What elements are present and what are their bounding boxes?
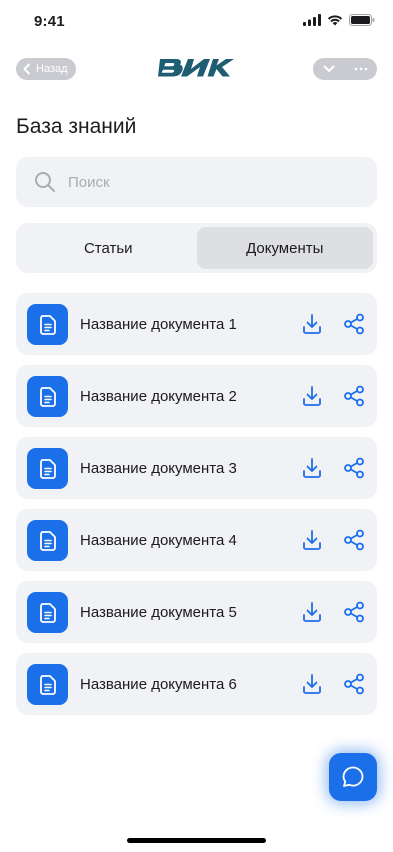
page-title: База знаний <box>16 115 137 138</box>
download-icon[interactable] <box>301 673 323 695</box>
document-item[interactable]: Название документа 5 <box>16 581 377 643</box>
document-item[interactable]: Название документа 3 <box>16 437 377 499</box>
cellular-signal-icon <box>303 14 321 26</box>
share-icon[interactable] <box>343 529 365 551</box>
download-icon[interactable] <box>301 529 323 551</box>
status-bar: 9:41 <box>0 0 393 46</box>
collapse-button[interactable] <box>313 65 345 73</box>
brand-logo <box>158 59 234 77</box>
download-icon[interactable] <box>301 385 323 407</box>
document-name: Название документа 3 <box>80 460 237 477</box>
document-icon <box>27 376 68 417</box>
chat-bubble-icon <box>342 766 364 787</box>
search-bar[interactable] <box>16 157 377 207</box>
status-time: 9:41 <box>34 13 65 30</box>
top-navigation: Назад <box>0 56 393 82</box>
tab-documents[interactable]: Документы <box>196 227 373 269</box>
chevron-left-icon <box>23 63 30 75</box>
wifi-icon <box>327 15 343 26</box>
document-icon <box>27 664 68 705</box>
home-indicator <box>127 838 266 843</box>
download-icon[interactable] <box>301 457 323 479</box>
chat-button[interactable] <box>329 753 377 801</box>
document-item[interactable]: Название документа 1 <box>16 293 377 355</box>
chevron-down-icon <box>323 65 335 72</box>
back-button-label: Назад <box>36 63 68 75</box>
share-icon[interactable] <box>343 601 365 623</box>
share-icon[interactable] <box>343 313 365 335</box>
mini-app-controls <box>313 58 377 80</box>
status-icons <box>303 14 375 26</box>
download-icon[interactable] <box>301 313 323 335</box>
search-icon <box>35 172 55 192</box>
back-button[interactable]: Назад <box>16 58 76 80</box>
document-icon <box>27 448 68 489</box>
document-item[interactable]: Название документа 4 <box>16 509 377 571</box>
battery-icon <box>349 14 375 26</box>
document-item[interactable]: Название документа 6 <box>16 653 377 715</box>
tab-articles[interactable]: Статьи <box>20 227 197 269</box>
download-icon[interactable] <box>301 601 323 623</box>
document-item[interactable]: Название документа 2 <box>16 365 377 427</box>
document-name: Название документа 6 <box>80 676 237 693</box>
tab-switcher: Статьи Документы <box>16 223 377 273</box>
document-name: Название документа 2 <box>80 388 237 405</box>
more-options-button[interactable] <box>345 67 377 71</box>
document-icon <box>27 592 68 633</box>
share-icon[interactable] <box>343 385 365 407</box>
document-icon <box>27 520 68 561</box>
document-name: Название документа 1 <box>80 316 237 333</box>
document-name: Название документа 4 <box>80 532 237 549</box>
more-dots-icon <box>354 67 368 71</box>
share-icon[interactable] <box>343 457 365 479</box>
document-list: Название документа 1 Название документа … <box>16 293 377 725</box>
document-icon <box>27 304 68 345</box>
share-icon[interactable] <box>343 673 365 695</box>
document-name: Название документа 5 <box>80 604 237 621</box>
search-input[interactable] <box>68 173 348 191</box>
